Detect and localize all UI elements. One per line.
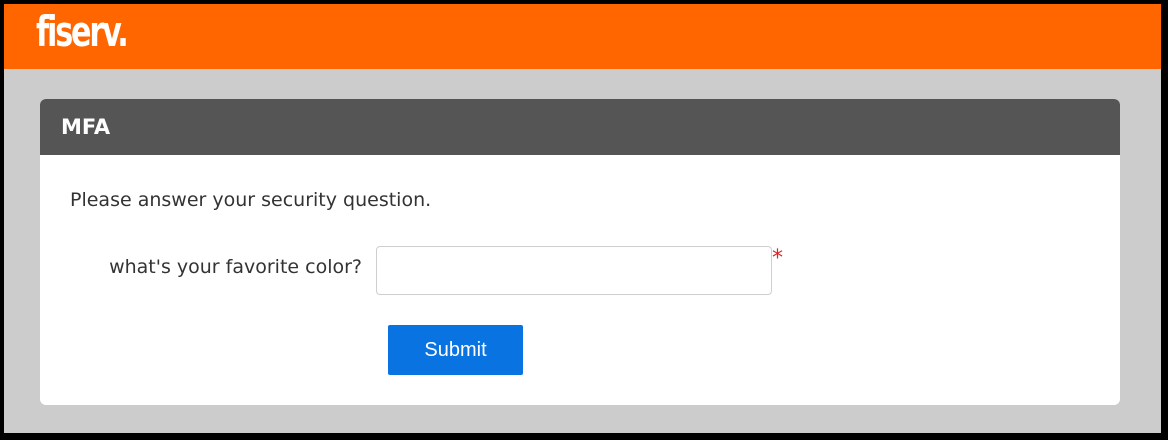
mfa-card: MFA Please answer your security question… bbox=[40, 99, 1120, 405]
security-question-label: what's your favorite color? bbox=[109, 256, 362, 278]
fiserv-logo: fiserv. bbox=[36, 7, 129, 56]
card-title: MFA bbox=[61, 115, 111, 139]
page-frame: fiserv. MFA Please answer your security … bbox=[4, 4, 1161, 433]
required-asterisk: * bbox=[772, 246, 783, 271]
card-header: MFA bbox=[40, 99, 1120, 155]
security-answer-input[interactable] bbox=[376, 246, 772, 295]
instructions-text: Please answer your security question. bbox=[70, 189, 432, 211]
submit-button[interactable]: Submit bbox=[388, 325, 523, 375]
top-header-bar: fiserv. bbox=[4, 4, 1161, 69]
